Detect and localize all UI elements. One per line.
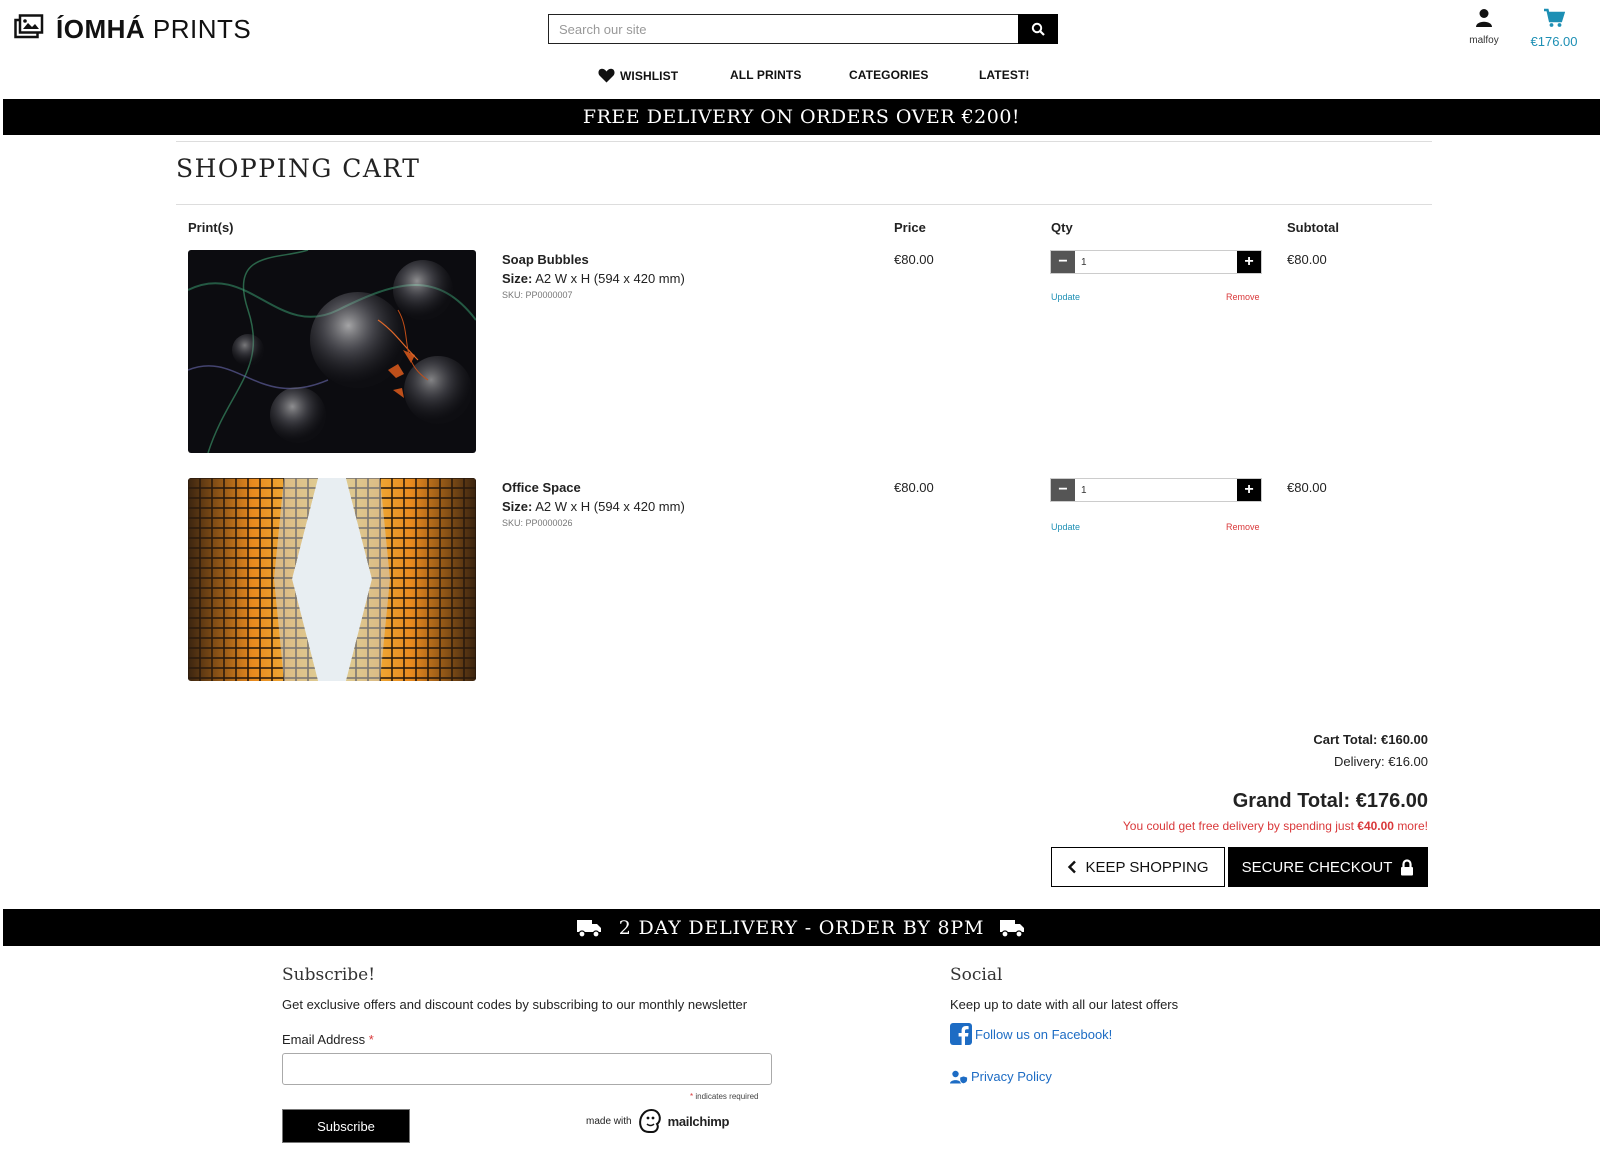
delivery-banner: 2 DAY DELIVERY - ORDER BY 8PM	[3, 909, 1600, 946]
search-bar	[548, 14, 1058, 44]
remove-link[interactable]: Remove	[1226, 292, 1260, 302]
item-size: Size: A2 W x H (594 x 420 mm)	[502, 499, 685, 514]
email-label: Email Address *	[282, 1032, 374, 1047]
cart-link[interactable]: €176.00	[1524, 8, 1584, 49]
search-icon	[1031, 22, 1045, 36]
social-heading: Social	[950, 965, 1003, 985]
grand-total: Grand Total: €176.00	[1232, 790, 1428, 812]
col-header-subtotal: Subtotal	[1287, 220, 1339, 235]
nav-all-prints-label: ALL PRINTS	[730, 68, 802, 82]
truck-icon	[1000, 919, 1025, 938]
facebook-icon	[950, 1023, 972, 1045]
increment-qty-button[interactable]: +	[1237, 251, 1261, 273]
keep-shopping-label: KEEP SHOPPING	[1085, 858, 1209, 876]
page-title: SHOPPING CART	[176, 154, 421, 183]
chevron-left-icon	[1068, 860, 1077, 874]
item-price: €80.00	[894, 480, 934, 495]
cart-icon	[1544, 8, 1566, 27]
delivery-banner-text: 2 DAY DELIVERY - ORDER BY 8PM	[618, 916, 985, 939]
account-menu[interactable]: malfoy	[1462, 8, 1506, 46]
col-header-qty: Qty	[1051, 220, 1073, 235]
secure-checkout-button[interactable]: SECURE CHECKOUT	[1228, 847, 1428, 887]
search-input[interactable]	[548, 14, 1018, 44]
subscribe-heading: Subscribe!	[282, 965, 376, 985]
truck-icon	[576, 919, 601, 938]
main-nav: WISHLIST ALL PRINTS CATEGORIES LATEST!	[0, 66, 1600, 86]
item-price: €80.00	[894, 252, 934, 267]
cart-total-header: €176.00	[1530, 34, 1578, 49]
qty-input[interactable]	[1075, 251, 1237, 273]
facebook-link-label: Follow us on Facebook!	[975, 1026, 1113, 1042]
col-header-price: Price	[894, 220, 926, 235]
mailchimp-wordmark: mailchimp	[667, 1113, 730, 1129]
secure-checkout-label: SECURE CHECKOUT	[1241, 858, 1393, 876]
item-subtotal: €80.00	[1287, 480, 1327, 495]
privacy-policy-link[interactable]: Privacy Policy	[950, 1069, 1052, 1084]
quantity-stepper: − +	[1050, 478, 1262, 502]
keep-shopping-button[interactable]: KEEP SHOPPING	[1051, 847, 1225, 887]
increment-qty-button[interactable]: +	[1237, 479, 1261, 501]
gallery-icon	[14, 14, 44, 45]
lock-icon	[1401, 858, 1414, 875]
logo-text: ÍOMHÁ PRINTS	[56, 14, 252, 44]
mailchimp-badge[interactable]: made with mailchimp	[586, 1108, 729, 1134]
item-size: Size: A2 W x H (594 x 420 mm)	[502, 271, 685, 286]
nav-latest-label: LATEST!	[979, 68, 1030, 82]
decrement-qty-button[interactable]: −	[1051, 251, 1075, 273]
site-logo[interactable]: ÍOMHÁ PRINTS	[14, 14, 251, 45]
nav-wishlist[interactable]: WISHLIST	[598, 68, 678, 83]
email-field[interactable]	[282, 1053, 772, 1085]
made-with-text: made with	[586, 1115, 632, 1127]
divider	[176, 141, 1432, 142]
free-delivery-text: FREE DELIVERY ON ORDERS OVER €200!	[582, 106, 1021, 128]
item-subtotal: €80.00	[1287, 252, 1327, 267]
nav-categories[interactable]: CATEGORIES	[849, 68, 928, 82]
update-link[interactable]: Update	[1051, 522, 1080, 532]
nav-wishlist-label: WISHLIST	[620, 68, 679, 83]
nav-categories-label: CATEGORIES	[849, 68, 929, 82]
nav-all-prints[interactable]: ALL PRINTS	[730, 68, 801, 82]
item-sku: SKU: PP0000026	[502, 518, 573, 528]
update-link[interactable]: Update	[1051, 292, 1080, 302]
facebook-link[interactable]: Follow us on Facebook!	[950, 1023, 1112, 1045]
heart-icon	[598, 68, 615, 83]
delivery-line: Delivery: €16.00	[1334, 754, 1428, 769]
cart-total-line: Cart Total: €160.00	[1313, 732, 1428, 747]
divider	[176, 204, 1432, 205]
account-username: malfoy	[1469, 35, 1499, 46]
quantity-stepper: − +	[1050, 250, 1262, 274]
item-name[interactable]: Office Space	[502, 480, 581, 495]
product-image-soap-bubbles[interactable]	[188, 250, 476, 453]
mailchimp-logo-icon	[638, 1109, 661, 1134]
subscribe-text: Get exclusive offers and discount codes …	[282, 997, 748, 1012]
col-header-prints: Print(s)	[188, 220, 234, 235]
product-image-office-space[interactable]	[188, 478, 476, 681]
social-text: Keep up to date with all our latest offe…	[950, 997, 1179, 1012]
search-button[interactable]	[1018, 14, 1058, 44]
user-shield-icon	[950, 1070, 968, 1084]
user-icon	[1476, 9, 1492, 27]
remove-link[interactable]: Remove	[1226, 522, 1260, 532]
privacy-policy-label: Privacy Policy	[971, 1069, 1052, 1084]
decrement-qty-button[interactable]: −	[1051, 479, 1075, 501]
subscribe-button[interactable]: Subscribe	[282, 1109, 410, 1143]
qty-input[interactable]	[1075, 479, 1237, 501]
nav-latest[interactable]: LATEST!	[979, 68, 1029, 82]
required-note: * indicates required	[690, 1092, 759, 1101]
free-delivery-message: You could get free delivery by spending …	[1122, 819, 1428, 833]
item-sku: SKU: PP0000007	[502, 290, 573, 300]
item-name[interactable]: Soap Bubbles	[502, 252, 589, 267]
free-delivery-banner: FREE DELIVERY ON ORDERS OVER €200!	[3, 99, 1600, 135]
